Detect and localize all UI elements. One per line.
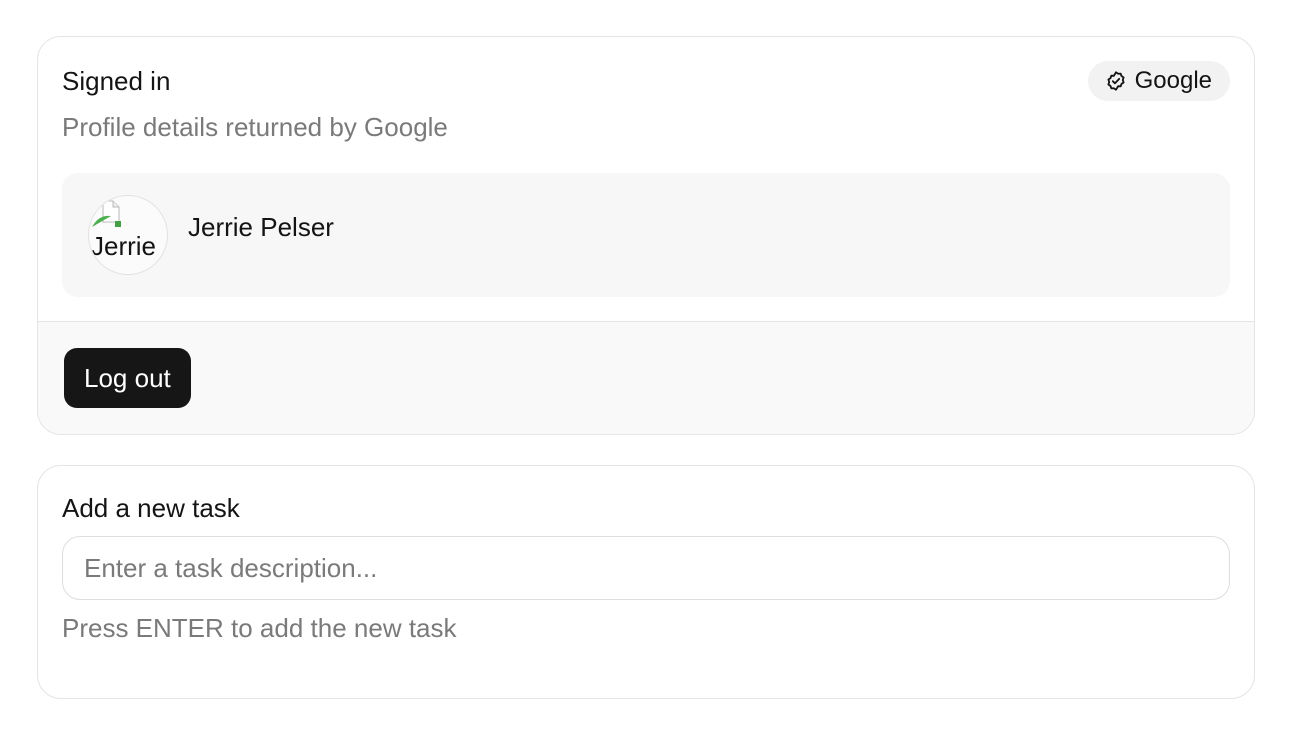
profile-card-header: Signed in Profile details returned by Go…	[38, 37, 1254, 321]
avatar-alt-text: Jerrie	[91, 231, 157, 261]
check-circle-icon	[1105, 70, 1127, 92]
add-task-body: Add a new task Press ENTER to add the ne…	[38, 466, 1254, 644]
avatar: Jerrie	[88, 195, 168, 275]
user-profile-row: Jerrie Jerrie Pelser	[62, 173, 1230, 297]
card-subtitle: Profile details returned by Google	[62, 112, 448, 142]
card-title: Signed in	[62, 66, 171, 96]
add-task-hint: Press ENTER to add the new task	[62, 613, 457, 643]
profile-card: Signed in Profile details returned by Go…	[37, 36, 1255, 435]
provider-badge-label: Google	[1134, 67, 1212, 94]
task-description-input[interactable]	[62, 536, 1230, 600]
profile-card-footer: Log out	[38, 321, 1254, 434]
broken-image-icon	[91, 200, 123, 233]
logout-button[interactable]: Log out	[64, 348, 191, 408]
add-task-card: Add a new task Press ENTER to add the ne…	[37, 465, 1255, 699]
provider-badge: Google	[1087, 61, 1230, 101]
add-task-label: Add a new task	[62, 493, 240, 523]
user-name: Jerrie Pelser	[188, 211, 334, 242]
